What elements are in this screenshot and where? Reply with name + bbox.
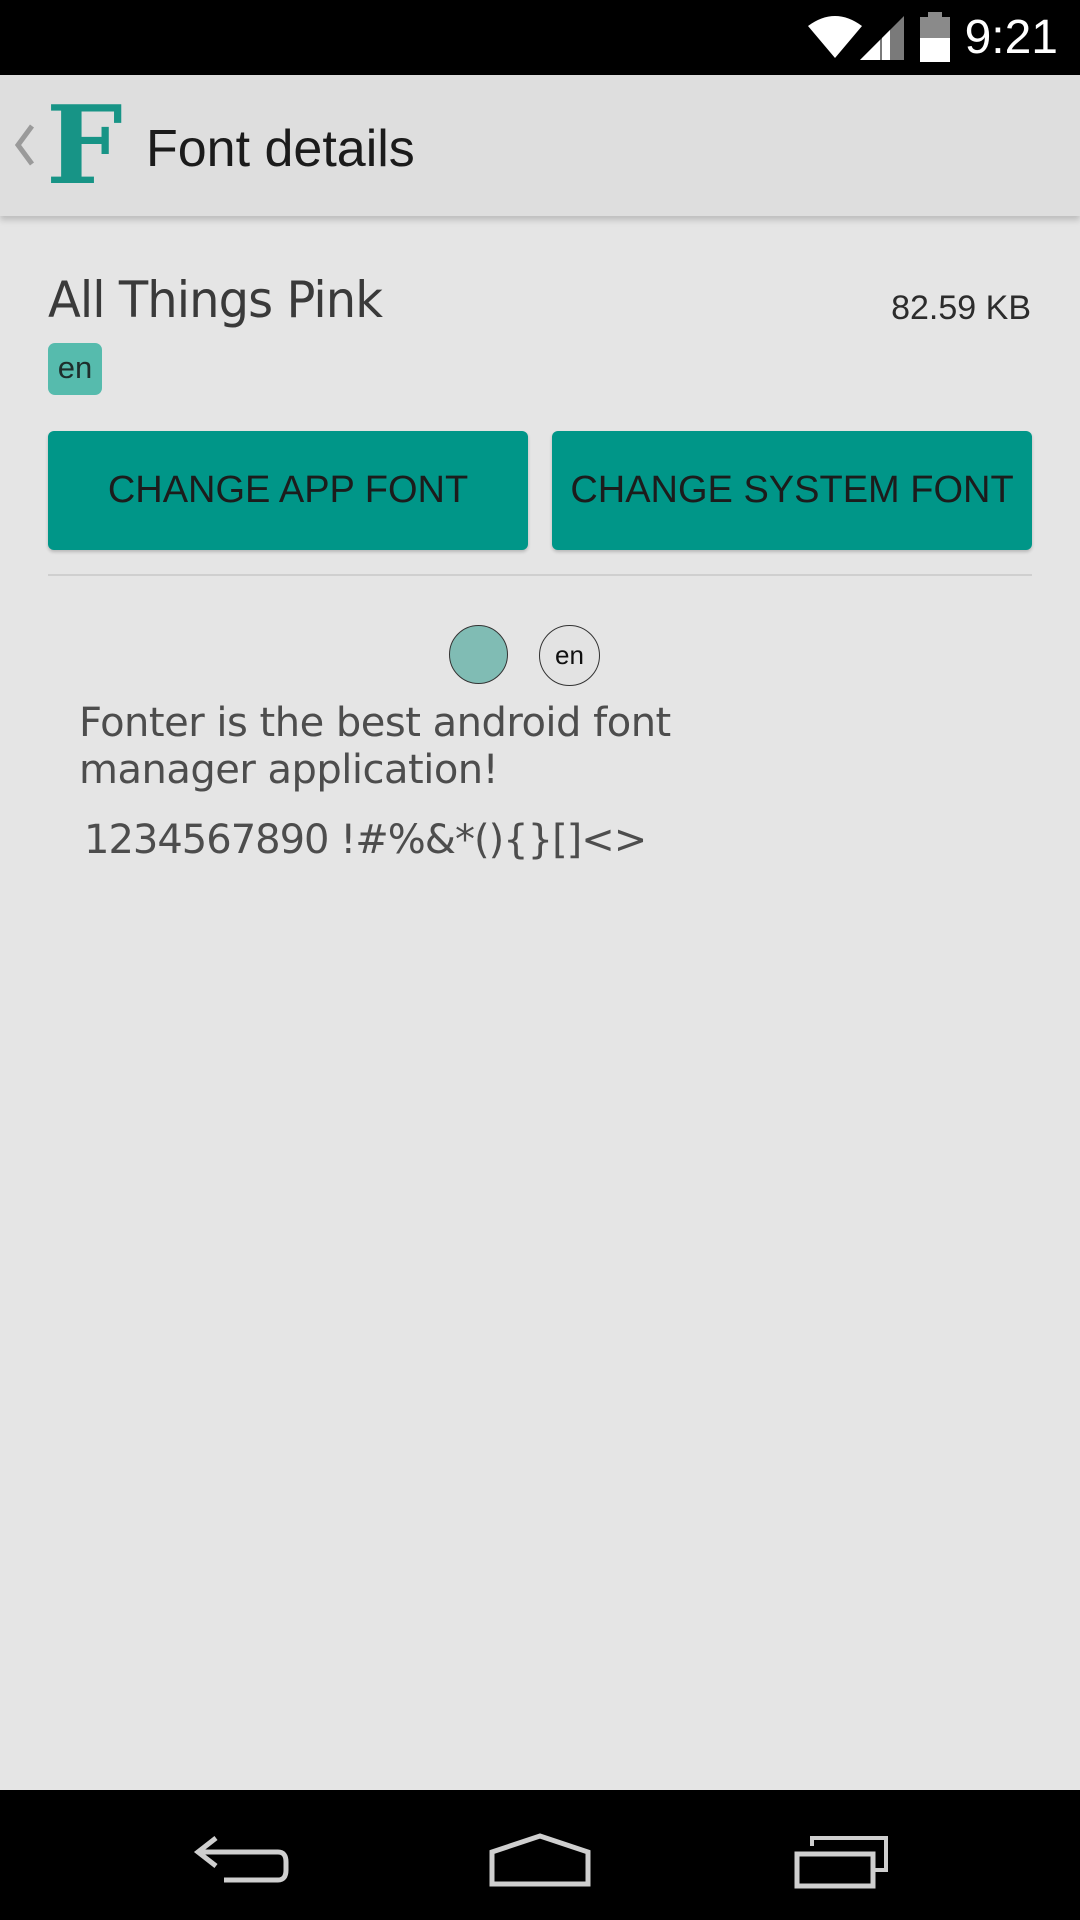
page-title: Font details — [146, 120, 415, 178]
change-app-font-button[interactable]: CHANGE APP FONT — [48, 431, 528, 550]
font-name: All Things Pink — [48, 271, 383, 329]
recents-icon[interactable] — [792, 1832, 892, 1890]
action-bar: F Font details — [0, 75, 1080, 216]
preview-color-button[interactable] — [449, 625, 508, 684]
preview-sentence: Fonter is the best android font manager … — [79, 700, 671, 793]
font-file-size: 82.59 KB — [891, 289, 1031, 327]
navigation-bar — [0, 1790, 1080, 1920]
home-icon[interactable] — [488, 1832, 592, 1888]
divider — [48, 574, 1032, 576]
battery-icon — [920, 12, 950, 62]
status-clock: 9:21 — [964, 11, 1058, 64]
preview-characters: 1234567890 !#%&*(){}[]<> — [84, 817, 647, 863]
app-logo[interactable]: F — [46, 91, 126, 201]
cell-signal-icon — [860, 16, 904, 60]
back-icon[interactable] — [190, 1834, 290, 1890]
language-badge: en — [48, 343, 102, 395]
wifi-icon — [808, 16, 862, 58]
change-system-font-button[interactable]: CHANGE SYSTEM FONT — [552, 431, 1032, 550]
preview-language-button[interactable]: en — [539, 625, 600, 686]
status-bar: 9:21 — [0, 0, 1080, 75]
back-chevron-icon[interactable] — [10, 120, 38, 170]
